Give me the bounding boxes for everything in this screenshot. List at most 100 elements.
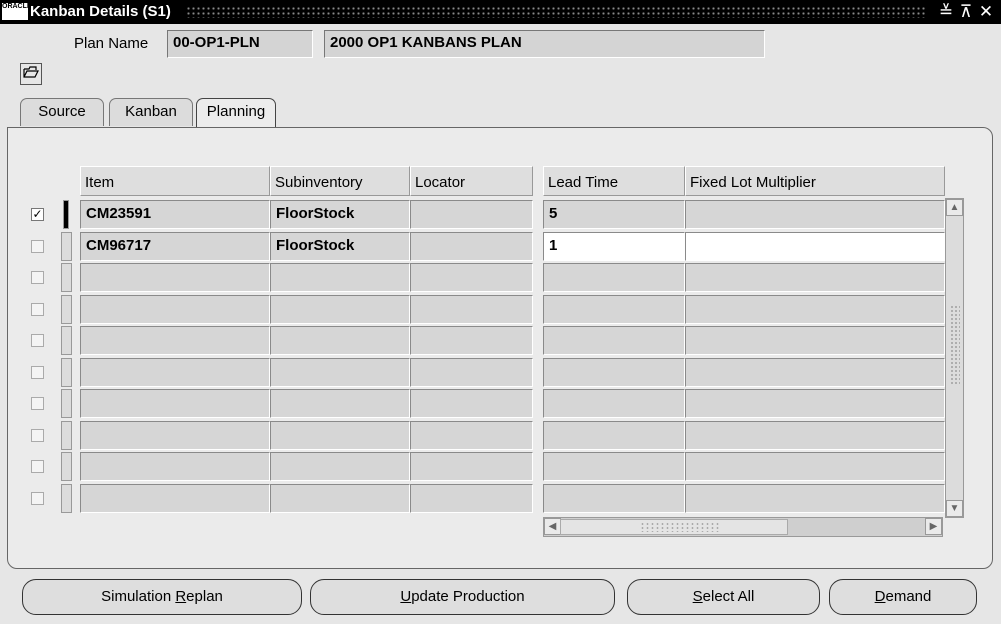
maximize-icon[interactable]: ⊼ [956, 2, 976, 22]
cell-fixed-lot-multiplier[interactable] [685, 358, 945, 387]
row-checkbox[interactable] [31, 271, 44, 284]
cell-locator[interactable] [410, 421, 533, 450]
column-header-item[interactable]: Item [80, 166, 270, 196]
close-icon[interactable]: ✕ [976, 2, 996, 22]
cell-fixed-lot-multiplier[interactable] [685, 389, 945, 418]
cell-locator[interactable] [410, 326, 533, 355]
cell-fixed-lot-multiplier[interactable] [685, 232, 945, 261]
cell-subinventory[interactable] [270, 421, 410, 450]
column-header-fixed-lot-multiplier[interactable]: Fixed Lot Multiplier [685, 166, 945, 196]
cell-locator[interactable] [410, 484, 533, 513]
cell-lead-time[interactable] [543, 389, 685, 418]
row-indicator[interactable] [61, 389, 72, 418]
cell-fixed-lot-multiplier[interactable] [685, 326, 945, 355]
plan-description-field[interactable]: 2000 OP1 KANBANS PLAN [324, 30, 765, 58]
row-indicator[interactable] [61, 421, 72, 450]
scroll-down-icon[interactable]: ▼ [946, 500, 963, 517]
cell-item[interactable] [80, 452, 270, 481]
cell-item[interactable] [80, 295, 270, 324]
cell-lead-time[interactable] [543, 358, 685, 387]
row-indicator[interactable] [61, 326, 72, 355]
simulation-replan-button[interactable]: Simulation Replan [22, 579, 302, 615]
scroll-right-icon[interactable]: ▶ [925, 518, 942, 535]
cell-item[interactable]: CM96717 [80, 232, 270, 261]
cell-item[interactable] [80, 484, 270, 513]
cell-fixed-lot-multiplier[interactable] [685, 452, 945, 481]
row-indicator[interactable] [63, 200, 69, 229]
row-checkbox[interactable] [31, 366, 44, 379]
scroll-up-icon[interactable]: ▲ [946, 199, 963, 216]
title-bar-grip[interactable] [186, 6, 926, 18]
column-header-lead-time[interactable]: Lead Time [543, 166, 685, 196]
cell-lead-time[interactable] [543, 263, 685, 292]
scroll-left-icon[interactable]: ◀ [544, 518, 561, 535]
cell-lead-time[interactable] [543, 295, 685, 324]
button-label: elect All [702, 588, 755, 605]
cell-lead-time[interactable] [543, 326, 685, 355]
cell-lead-time[interactable]: 1 [543, 232, 685, 261]
tab-kanban[interactable]: Kanban [109, 98, 193, 126]
cell-subinventory[interactable]: FloorStock [270, 200, 410, 229]
row-indicator[interactable] [61, 358, 72, 387]
cell-subinventory[interactable] [270, 263, 410, 292]
row-checkbox[interactable] [31, 460, 44, 473]
cell-subinventory[interactable] [270, 452, 410, 481]
cell-lead-time[interactable]: 5 [543, 200, 685, 229]
cell-fixed-lot-multiplier[interactable] [685, 200, 945, 229]
row-indicator[interactable] [61, 232, 72, 261]
row-checkbox[interactable] [31, 492, 44, 505]
tab-source[interactable]: Source [20, 98, 104, 126]
cell-subinventory[interactable] [270, 358, 410, 387]
row-checkbox[interactable] [31, 397, 44, 410]
folder-icon[interactable] [20, 63, 42, 85]
cell-item[interactable] [80, 421, 270, 450]
cell-locator[interactable] [410, 295, 533, 324]
oracle-logo: ORACLE [2, 3, 32, 20]
row-checkbox[interactable] [31, 240, 44, 253]
row-indicator[interactable] [61, 263, 72, 292]
cell-fixed-lot-multiplier[interactable] [685, 295, 945, 324]
row-checkbox[interactable]: ✓ [31, 208, 44, 221]
select-all-button[interactable]: Select All [627, 579, 820, 615]
column-header-locator[interactable]: Locator [410, 166, 533, 196]
minimize-icon[interactable]: ≚ [936, 2, 956, 22]
window-title: Kanban Details (S1) [30, 3, 171, 20]
row-checkbox[interactable] [31, 303, 44, 316]
cell-item[interactable] [80, 358, 270, 387]
tab-planning[interactable]: Planning [196, 98, 276, 129]
cell-subinventory[interactable] [270, 326, 410, 355]
cell-lead-time[interactable] [543, 421, 685, 450]
cell-locator[interactable] [410, 452, 533, 481]
update-production-button[interactable]: Update Production [310, 579, 615, 615]
vertical-scroll-thumb[interactable] [950, 305, 960, 385]
cell-item[interactable] [80, 263, 270, 292]
cell-subinventory[interactable] [270, 389, 410, 418]
cell-locator[interactable] [410, 200, 533, 229]
cell-subinventory[interactable] [270, 295, 410, 324]
cell-fixed-lot-multiplier[interactable] [685, 263, 945, 292]
cell-lead-time[interactable] [543, 484, 685, 513]
column-header-subinventory[interactable]: Subinventory [270, 166, 410, 196]
demand-button[interactable]: Demand [829, 579, 977, 615]
cell-locator[interactable] [410, 358, 533, 387]
cell-fixed-lot-multiplier[interactable] [685, 484, 945, 513]
cell-locator[interactable] [410, 263, 533, 292]
cell-lead-time[interactable] [543, 452, 685, 481]
row-indicator[interactable] [61, 295, 72, 324]
cell-locator[interactable] [410, 389, 533, 418]
plan-name-field[interactable]: 00-OP1-PLN [167, 30, 313, 58]
cell-locator[interactable] [410, 232, 533, 261]
row-checkbox[interactable] [31, 429, 44, 442]
cell-subinventory[interactable]: FloorStock [270, 232, 410, 261]
cell-subinventory[interactable] [270, 484, 410, 513]
cell-fixed-lot-multiplier[interactable] [685, 421, 945, 450]
cell-item[interactable] [80, 389, 270, 418]
button-label: emand [885, 588, 932, 605]
cell-item[interactable] [80, 326, 270, 355]
plan-name-label: Plan Name [74, 35, 149, 52]
row-checkbox[interactable] [31, 334, 44, 347]
row-indicator[interactable] [61, 484, 72, 513]
button-label: eplan [186, 588, 223, 605]
row-indicator[interactable] [61, 452, 72, 481]
cell-item[interactable]: CM23591 [80, 200, 270, 229]
